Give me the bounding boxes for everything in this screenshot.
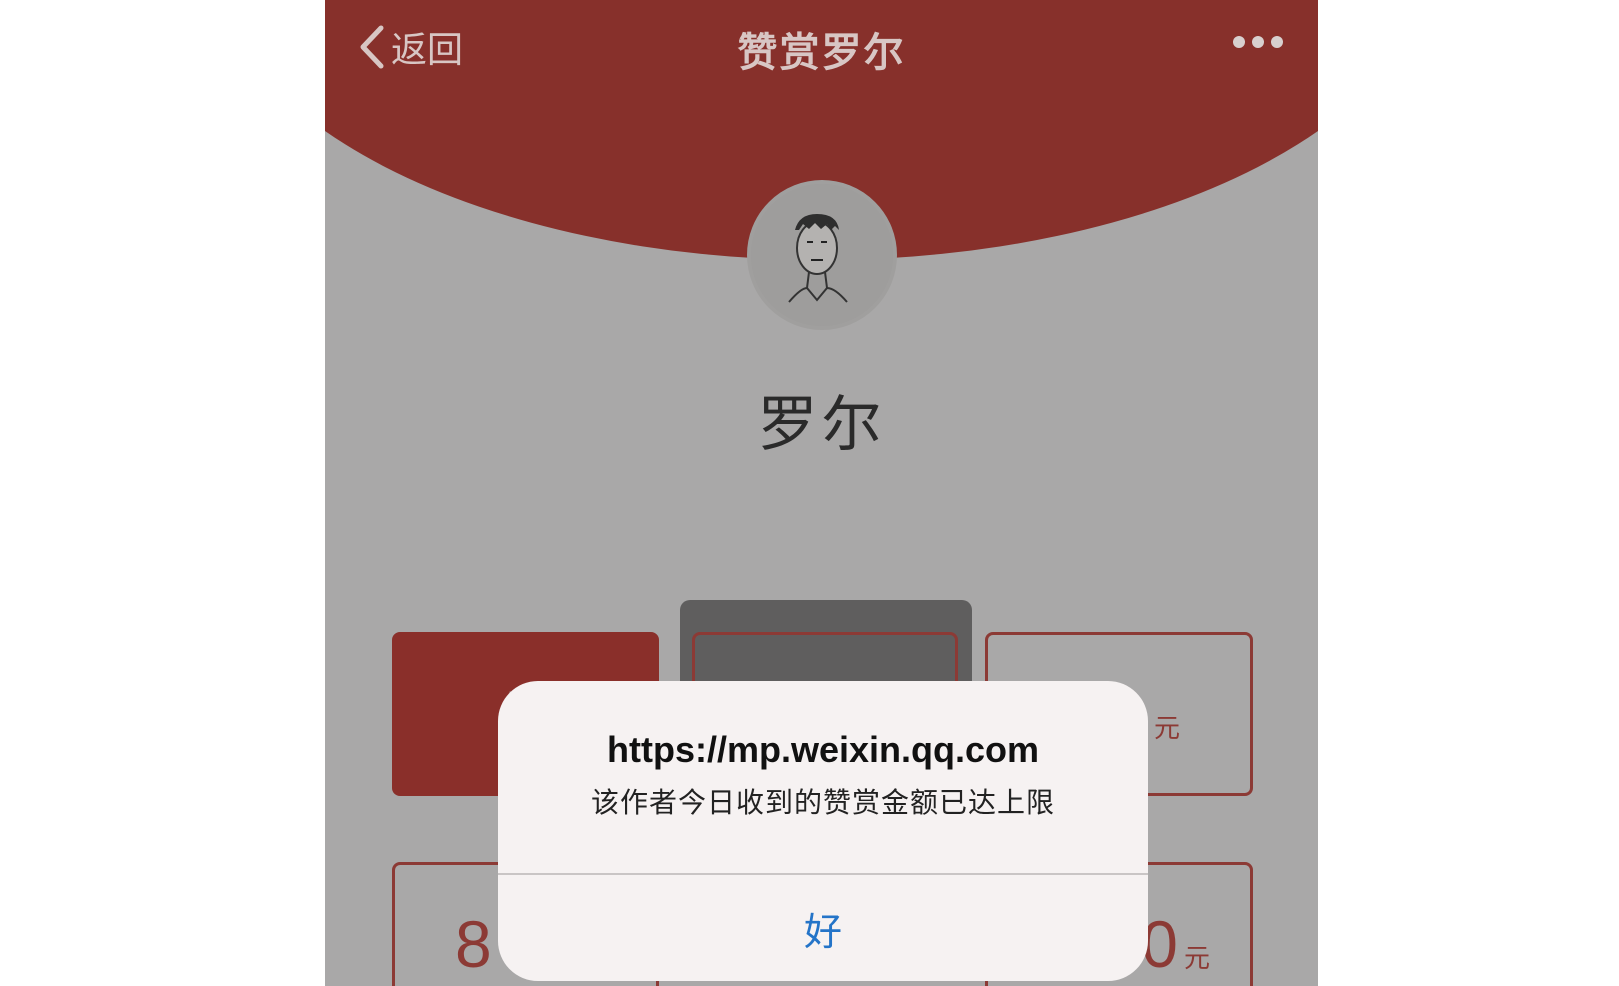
avatar — [747, 180, 897, 330]
avatar-sketch-portrait — [751, 184, 893, 326]
alert-title: https://mp.weixin.qq.com — [606, 729, 1040, 770]
alert-body: https://mp.weixin.qq.com 该作者今日收到的赞赏金额已达上… — [498, 681, 1148, 873]
alert-dialog: https://mp.weixin.qq.com 该作者今日收到的赞赏金额已达上… — [498, 681, 1148, 981]
author-name: 罗尔 — [757, 390, 886, 460]
more-dots-icon[interactable] — [1233, 36, 1283, 48]
ok-button[interactable]: 好 — [498, 875, 1148, 981]
page-title: 赞赏罗尔 — [737, 30, 906, 76]
alert-message: 该作者今日收到的赞赏金额已达上限 — [590, 786, 1055, 819]
